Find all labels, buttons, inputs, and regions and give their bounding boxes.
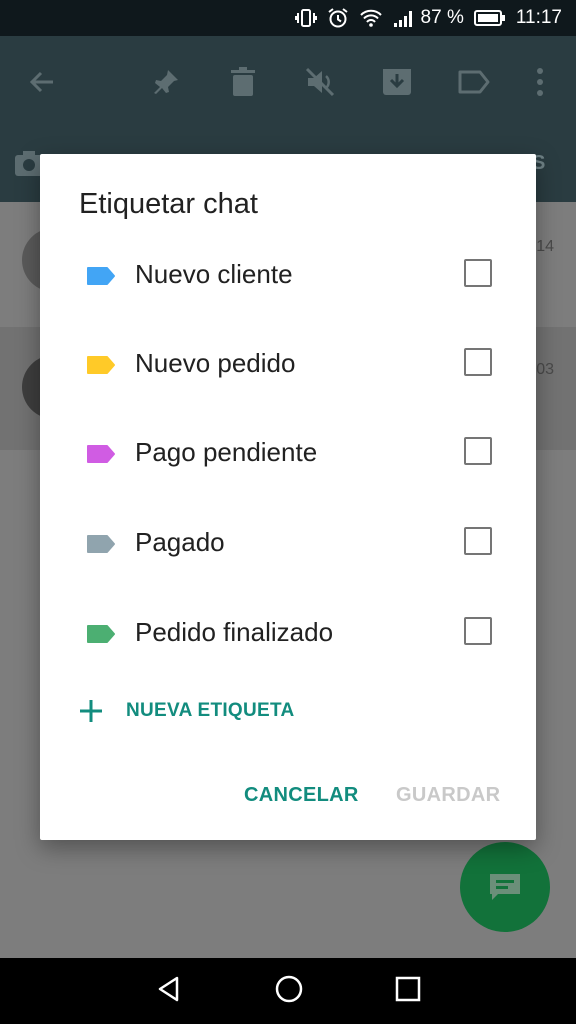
wifi-icon: [359, 8, 383, 28]
nav-back-icon[interactable]: [155, 975, 183, 1008]
label-tag-icon: [87, 267, 115, 285]
label-checkbox[interactable]: [464, 527, 492, 555]
cancel-button[interactable]: CANCELAR: [244, 784, 359, 807]
label-name: Pago pendiente: [135, 437, 318, 467]
status-bar: 87 % 11:17: [0, 0, 576, 36]
nav-recents-icon[interactable]: [395, 976, 421, 1007]
signal-icon: [393, 8, 415, 28]
mute-icon[interactable]: [302, 64, 338, 100]
new-label-button[interactable]: NUEVA ETIQUETA: [78, 698, 295, 724]
label-checkbox[interactable]: [464, 348, 492, 376]
battery-percent: 87 %: [420, 7, 464, 28]
archive-icon[interactable]: [379, 64, 415, 100]
label-checkbox[interactable]: [464, 617, 492, 645]
label-row-nuevo-pedido[interactable]: Nuevo pedido: [40, 335, 536, 395]
message-icon: [490, 874, 520, 900]
new-chat-fab[interactable]: [460, 842, 550, 932]
label-row-pagado[interactable]: Pagado: [40, 514, 536, 574]
nav-home-icon[interactable]: [274, 974, 304, 1009]
chat-time: 03: [536, 361, 554, 378]
label-row-pedido-finalizado[interactable]: Pedido finalizado: [40, 604, 536, 664]
navigation-bar: [0, 958, 576, 1024]
clock: 11:17: [515, 7, 562, 28]
label-tag-icon: [87, 356, 115, 374]
label-chat-dialog: Etiquetar chat Nuevo cliente Nuevo pedid…: [40, 154, 536, 840]
more-vert-icon[interactable]: [522, 64, 558, 100]
label-tag-icon: [87, 625, 115, 643]
save-button[interactable]: GUARDAR: [396, 784, 500, 807]
pin-icon[interactable]: [148, 64, 184, 100]
back-arrow-icon[interactable]: [24, 64, 60, 100]
dialog-title: Etiquetar chat: [79, 188, 258, 220]
label-icon[interactable]: [456, 64, 492, 100]
battery-icon: [473, 9, 506, 27]
label-tag-icon: [87, 535, 115, 553]
label-name: Pagado: [135, 527, 225, 557]
label-row-nuevo-cliente[interactable]: Nuevo cliente: [40, 246, 536, 306]
label-name: Nuevo pedido: [135, 348, 296, 378]
vibrate-icon: [294, 8, 317, 28]
chat-time: 14: [536, 238, 554, 255]
alarm-icon: [327, 7, 349, 29]
label-name: Nuevo cliente: [135, 259, 293, 289]
label-checkbox[interactable]: [464, 437, 492, 465]
label-checkbox[interactable]: [464, 259, 492, 287]
plus-icon: [80, 700, 102, 722]
label-row-pago-pendiente[interactable]: Pago pendiente: [40, 424, 536, 484]
label-tag-icon: [87, 445, 115, 463]
label-name: Pedido finalizado: [135, 617, 334, 647]
new-label-text: NUEVA ETIQUETA: [126, 700, 295, 721]
delete-icon[interactable]: [225, 64, 261, 100]
